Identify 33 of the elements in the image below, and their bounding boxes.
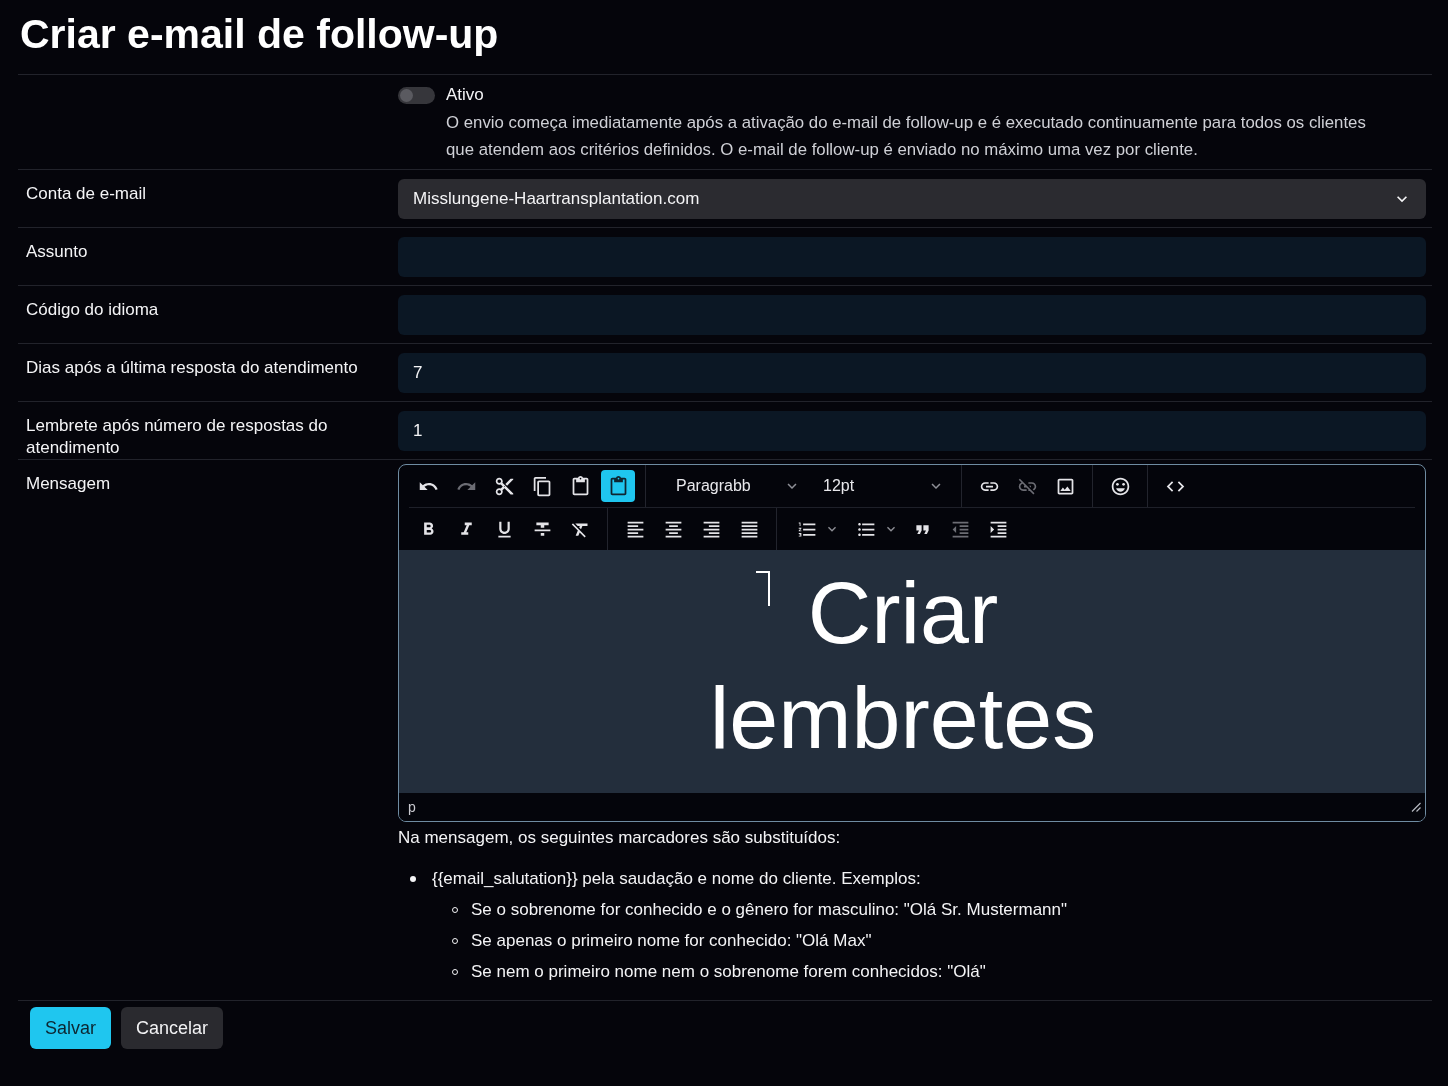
format-dropdown[interactable]: 12pt (811, 470, 951, 502)
scissors-icon (493, 475, 515, 497)
editor-heading: Criar lembretes (678, 560, 1128, 793)
field-label: Código do idioma (26, 299, 160, 321)
field-label: Assunto (26, 241, 89, 263)
input-field[interactable] (398, 295, 1426, 335)
resize-handle-icon[interactable] (1411, 802, 1421, 812)
description-text: O envio começa imediatamente após a ativação do e-mail de follow-up e é executado continuamente para todos os clientes que atendem aos critérios definidos. O e-mail de follow-up é enviado no máximo uma vez por cliente. (446, 112, 1367, 161)
copy-icon (531, 475, 553, 497)
page-title: Criar e-mail de follow-up (18, 0, 1432, 75)
input-field[interactable]: 7 (398, 353, 1426, 393)
field-label: Lembrete após número de respostas do atendimento (26, 415, 329, 459)
cancel-button[interactable]: Cancelar (121, 1007, 224, 1049)
help-text: Na mensagem, os seguintes marcadores são substituídos: (398, 827, 842, 849)
field-label: Dias após a última resposta do atendimento (26, 357, 359, 379)
element-path[interactable]: p (408, 799, 416, 815)
input-field[interactable]: 1 (398, 411, 1426, 451)
toggle-label: Ativo (446, 84, 485, 106)
list-item-text: Se nem o primeiro nome nem o sobrenome forem conhecidos: "Olá" (471, 960, 986, 983)
save-button[interactable]: Salvar (30, 1007, 112, 1049)
format-dropdown[interactable]: Paragrabb (656, 470, 807, 502)
smiley-icon (1109, 475, 1131, 497)
bullet-icon (410, 875, 416, 882)
field-label: Mensagem (26, 473, 112, 495)
select-field[interactable]: Misslungene-Haartransplantation.com (398, 179, 1426, 219)
list-item-text: Se apenas o primeiro nome for conhecido: "Olá Max" (471, 929, 872, 952)
field-label: Conta de e-mail (26, 183, 147, 205)
input-field[interactable] (398, 237, 1426, 277)
toggle-switch[interactable] (398, 87, 435, 104)
editor-content[interactable]: Criar lembretes (399, 550, 1425, 793)
list-item-text: Se o sobrenome for conhecido e o gênero for masculino: "Olá Sr. Mustermann" (471, 898, 1068, 921)
paste-text-button[interactable] (601, 470, 635, 502)
list-item-text: {{email_salutation}} pela saudação e nome do cliente. Exemplos: (432, 867, 921, 890)
